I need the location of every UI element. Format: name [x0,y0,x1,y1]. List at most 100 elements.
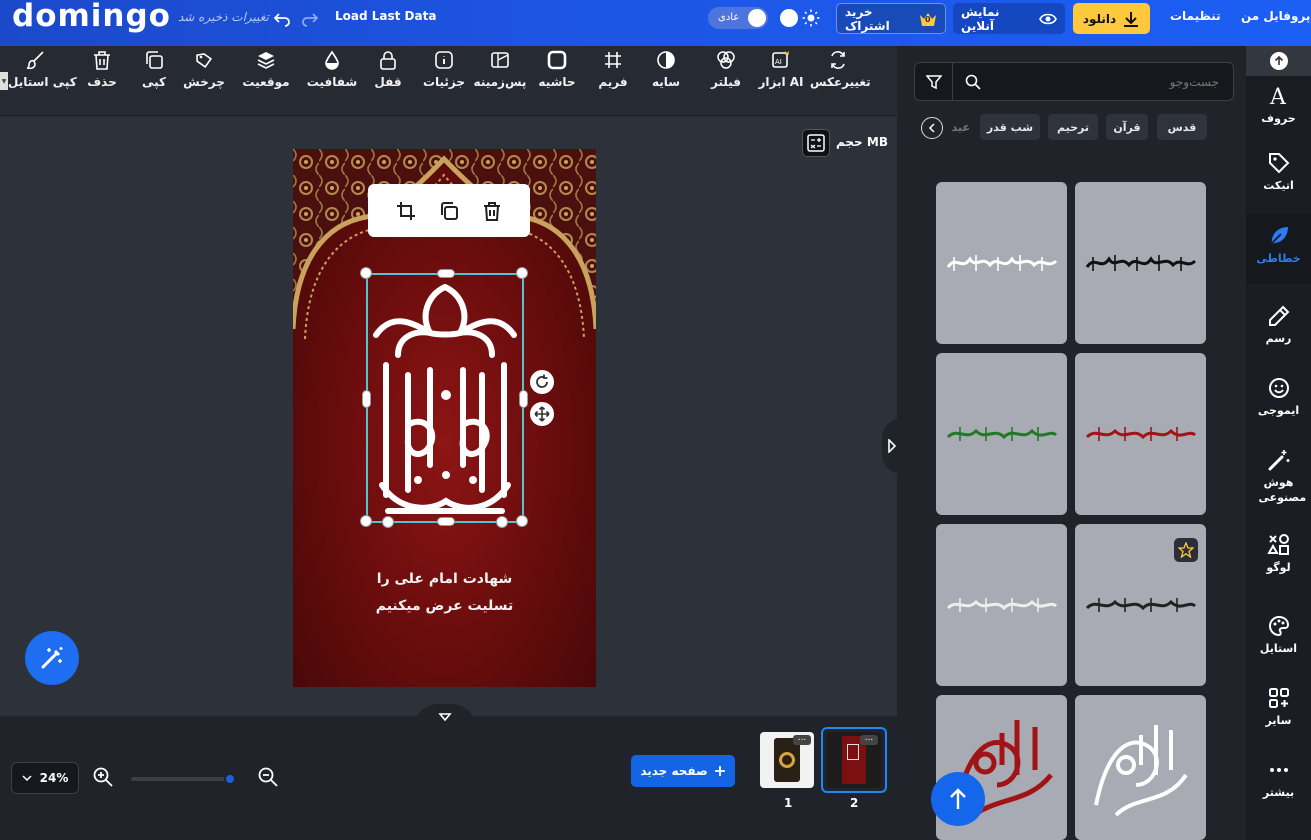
settings-link[interactable]: تنظیمات [1170,9,1221,23]
delete-icon[interactable] [482,201,502,221]
zoom-select[interactable]: 24% [11,762,79,794]
caption-line-1[interactable]: شهادت امام علی را [293,571,596,587]
resize-handle[interactable] [516,515,528,527]
tool-trash[interactable]: حذف [74,50,130,89]
theme-toggle[interactable] [780,9,798,27]
calligraphy-card[interactable] [1075,524,1206,686]
tool-label: چرخش [183,75,225,89]
page-number: 1 [784,796,793,810]
calligraphy-card[interactable] [936,524,1067,686]
calculator-icon[interactable] [802,129,830,157]
move-handle-icon[interactable] [530,402,554,426]
pencil-icon [1267,304,1291,328]
sidebar-upload[interactable] [1246,46,1311,76]
page-number: 2 [850,796,859,810]
new-page-button[interactable]: صفحه جدید [631,755,735,787]
caption-line-2[interactable]: تسلیت عرض میکنیم [293,598,596,614]
buy-subscription-button[interactable]: خرید اشتراک 0 [836,3,946,34]
resize-handle[interactable] [437,517,455,526]
tool-border[interactable]: حاشیه [529,50,585,89]
tool-copy[interactable]: کپی [126,50,182,89]
page-thumbnail-1[interactable]: ... [760,732,814,788]
category-chip[interactable]: قدس [1157,114,1207,140]
tool-background[interactable]: پس‌زمینه [472,50,528,89]
resize-handle[interactable] [360,267,372,279]
filter-funnel-icon[interactable] [915,63,953,100]
sidebar-item-shapes[interactable]: لوگو [1246,533,1311,575]
crop-icon[interactable] [396,201,416,221]
tool-details[interactable]: جزئیات [416,50,472,89]
rotate-handle-icon[interactable] [530,370,554,394]
category-chip[interactable]: عید [940,114,972,140]
sidebar-item-emoji[interactable]: ایموجی [1246,376,1311,418]
magic-wand-button[interactable] [25,631,79,685]
tool-shadow[interactable]: سایه [638,50,694,89]
online-preview-button[interactable]: نمایش آنلاین [953,3,1065,34]
resize-handle[interactable] [362,390,371,408]
tool-opacity[interactable]: شفافیت [304,50,360,89]
copy-icon [144,50,164,70]
category-chip[interactable]: قرآن [1106,114,1148,140]
emoji-icon [1267,376,1291,400]
bottom-bar: 24% صفحه جدید ... ... 1 2 [0,704,897,840]
premium-star-icon[interactable] [1174,538,1198,562]
tool-frame[interactable]: فریم [585,50,641,89]
download-button[interactable]: دانلود [1073,3,1150,34]
resize-handle[interactable] [382,516,394,528]
toolbar-overflow-arrow[interactable]: ▼ [0,72,8,90]
tool-layers[interactable]: موقعیت [238,50,294,89]
sun-icon[interactable] [802,9,820,27]
sidebar-item-tag[interactable]: اتیکت [1246,151,1311,193]
resize-handle[interactable] [437,269,455,278]
zoom-slider-knob[interactable] [223,773,236,785]
resize-handle[interactable] [360,515,372,527]
svg-text:A: A [1269,85,1287,108]
app-logo[interactable]: domingo [12,0,171,34]
trash-icon [92,50,112,70]
arrow-up-circle-icon [1269,52,1288,70]
category-chip[interactable]: ترحیم [1048,114,1098,140]
sidebar-item-palette[interactable]: استایل [1246,614,1311,656]
tool-filter[interactable]: فیلتر [698,50,754,89]
tool-lock[interactable]: قفل [360,50,416,89]
search-input[interactable] [959,63,1227,100]
brush-icon [26,50,46,70]
calligraphy-card[interactable] [1075,353,1206,515]
resize-handle[interactable] [496,516,508,528]
profile-link[interactable]: پروفایل من [1241,9,1310,23]
tool-replace-image[interactable]: تغییرعکس [810,50,871,89]
chevron-left-icon[interactable] [921,117,943,139]
calligraphy-card[interactable] [936,353,1067,515]
tool-brush[interactable]: کپی استایل [8,50,77,89]
sidebar-item-more-dots[interactable]: بیشتر [1246,758,1311,800]
category-chip[interactable]: شب قدر [980,114,1040,140]
duplicate-icon[interactable] [439,201,459,221]
zoom-slider-track[interactable] [131,777,235,781]
calligraphy-card[interactable] [1075,182,1206,344]
sidebar-item-feather[interactable]: خطاطی [1246,224,1311,266]
page-menu[interactable]: ... [793,734,811,745]
resize-handle[interactable] [519,390,528,408]
zoom-in-icon[interactable] [92,766,114,788]
zoom-out-icon[interactable] [257,766,279,788]
resize-handle[interactable] [516,267,528,279]
tag-icon [1267,151,1291,175]
redo-icon[interactable] [301,9,319,27]
sidebar-item-letters[interactable]: A حروف [1246,84,1311,126]
tool-rotate[interactable]: چرخش [176,50,232,89]
calligraphy-card[interactable] [936,182,1067,344]
sidebar-item-grid-plus[interactable]: سایر [1246,686,1311,728]
calligraphy-element[interactable] [368,275,522,521]
undo-icon[interactable] [273,9,291,27]
mode-label: عادی [718,12,740,23]
mode-toggle[interactable]: عادی [708,7,768,29]
page-menu[interactable]: ... [860,734,878,745]
page-thumbnail-2[interactable]: ... [827,732,881,788]
sidebar-item-pencil[interactable]: رسم [1246,304,1311,346]
load-last-data-link[interactable]: Load Last Data [335,9,436,23]
scroll-top-button[interactable] [931,772,985,826]
selection-box[interactable] [360,267,528,528]
sidebar-item-magic-wand[interactable]: هوش مصنوعی [1246,448,1311,505]
tool-ai-tools[interactable]: AI ابزار AI [753,50,809,89]
calligraphy-card[interactable] [1075,695,1206,840]
